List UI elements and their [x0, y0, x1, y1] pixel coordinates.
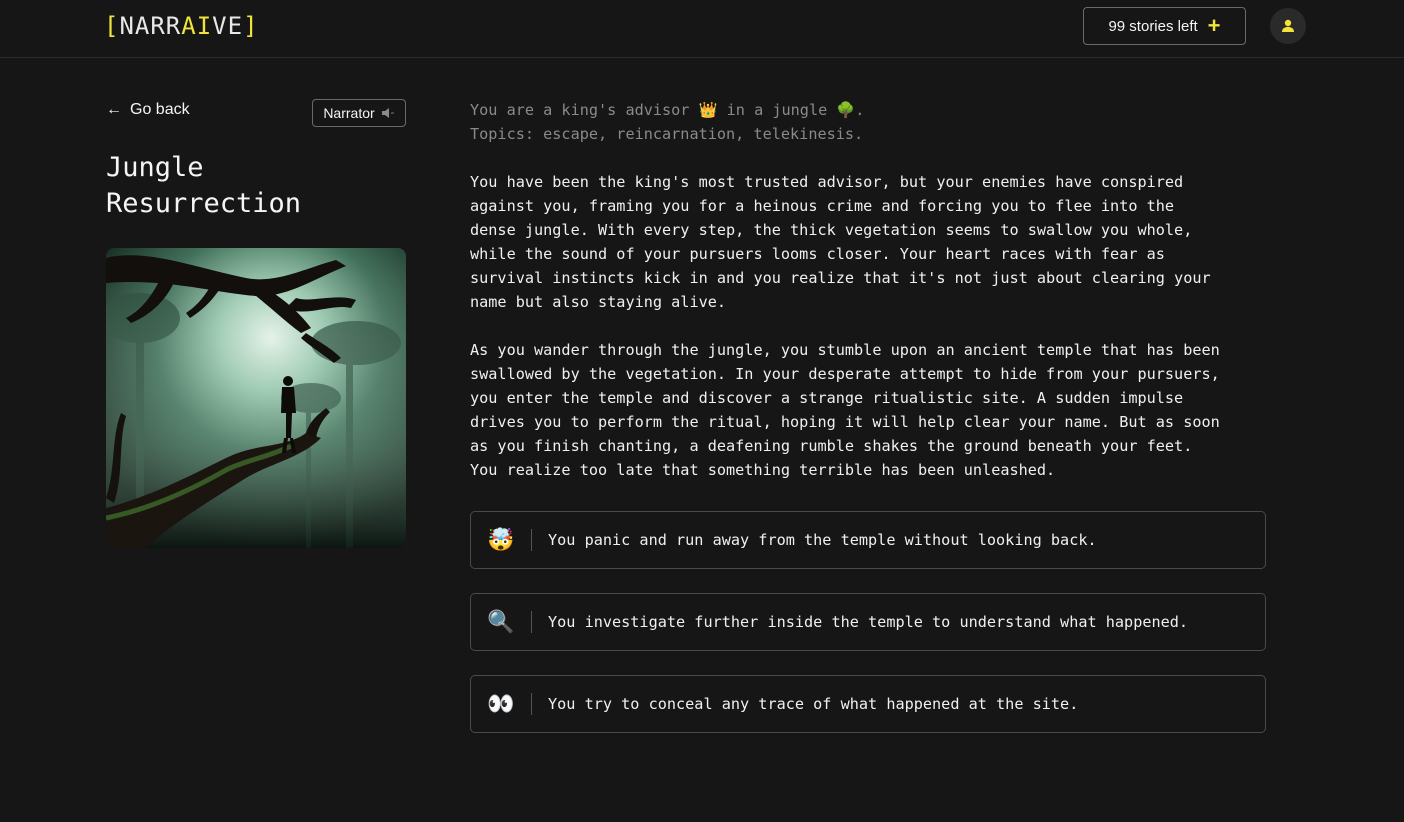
choice-button[interactable]: 🤯 You panic and run away from the temple… — [470, 511, 1266, 569]
stories-left-button[interactable]: 99 stories left + — [1083, 7, 1246, 45]
story-content: You are a king's advisor 👑 in a jungle 🌳… — [470, 98, 1270, 482]
choice-text: You investigate further inside the templ… — [548, 613, 1189, 631]
choice-button[interactable]: 🔍 You investigate further inside the tem… — [470, 593, 1266, 651]
story-title: Jungle Resurrection — [106, 152, 302, 219]
exploding-head-icon: 🤯 — [487, 527, 515, 553]
go-back-label: Go back — [130, 101, 190, 118]
story-illustration — [106, 248, 406, 548]
choice-button[interactable]: 👀 You try to conceal any trace of what h… — [470, 675, 1266, 733]
narrator-label: Narrator — [323, 105, 375, 121]
choice-text: You try to conceal any trace of what hap… — [548, 695, 1079, 713]
logo-bracket-close: ] — [243, 12, 259, 40]
go-back-link[interactable]: ← Go back — [106, 101, 190, 119]
arrow-left-icon: ← — [106, 101, 122, 118]
narrator-toggle-button[interactable]: Narrator — [312, 99, 406, 127]
user-icon — [1282, 19, 1294, 32]
stories-left-label: 99 stories left — [1108, 17, 1198, 35]
choice-divider — [531, 529, 532, 551]
story-paragraph-2: As you wander through the jungle, you st… — [470, 341, 1220, 479]
logo-text-ai: AI — [181, 12, 213, 40]
eyes-icon: 👀 — [487, 691, 515, 717]
story-premise: You are a king's advisor 👑 in a jungle 🌳… — [470, 101, 865, 119]
choice-text: You panic and run away from the temple w… — [548, 531, 1097, 549]
logo[interactable]: [NARRAIVE] — [104, 10, 259, 42]
logo-text-part2: VE — [212, 12, 244, 40]
plus-icon: + — [1207, 13, 1221, 38]
magnifier-icon: 🔍 — [487, 609, 515, 635]
logo-bracket-open: [ — [104, 12, 120, 40]
choice-divider — [531, 693, 532, 715]
story-paragraph-1: You have been the king's most trusted ad… — [470, 173, 1211, 311]
user-avatar-button[interactable] — [1270, 8, 1306, 44]
jungle-figure-illustration — [106, 248, 406, 548]
choice-divider — [531, 611, 532, 633]
top-bar: [NARRAIVE] 99 stories left + — [0, 0, 1404, 58]
speaker-muted-icon — [381, 108, 394, 118]
story-topics: Topics: escape, reincarnation, telekines… — [470, 125, 864, 143]
logo-text-part1: NARR — [119, 12, 182, 40]
